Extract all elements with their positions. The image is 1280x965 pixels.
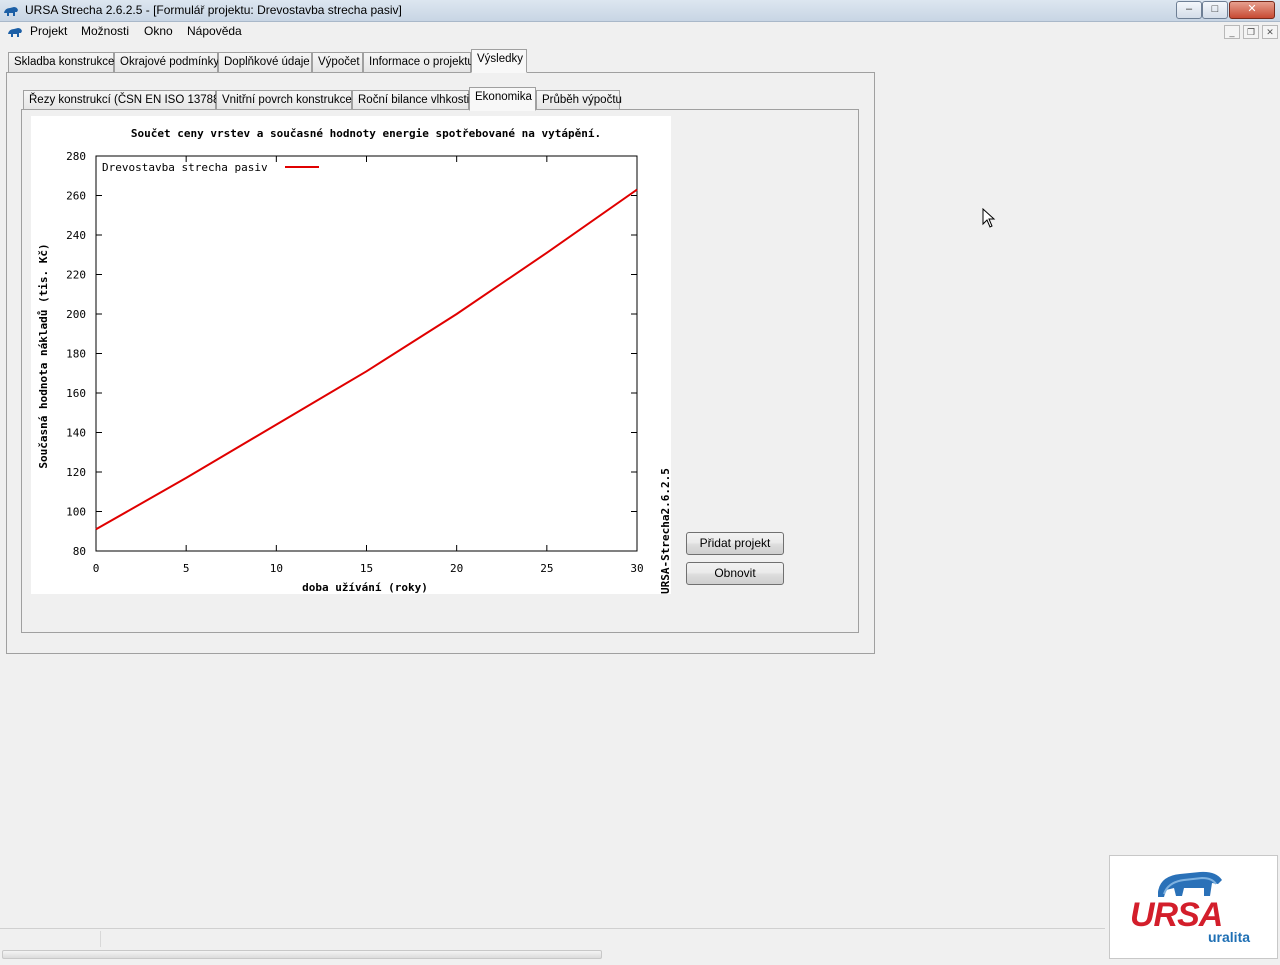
- y-tick-label: 120: [66, 466, 86, 479]
- tab-vnitrni-povrch[interactable]: Vnitřní povrch konstrukce: [216, 90, 352, 111]
- polar-bear-icon: [1158, 871, 1222, 897]
- status-segment: [0, 931, 101, 947]
- tab-vysledky[interactable]: Výsledky: [471, 49, 527, 73]
- ursa-bear-icon: [4, 7, 18, 16]
- y-tick-label: 160: [66, 387, 86, 400]
- y-tick-label: 80: [73, 545, 86, 558]
- x-tick-label: 25: [540, 562, 553, 575]
- y-tick-label: 200: [66, 308, 86, 321]
- legend: Drevostavba strecha pasiv: [102, 161, 319, 174]
- chart-title: Součet ceny vrstev a současné hodnoty en…: [131, 127, 601, 140]
- tab-prubeh-vypoctu[interactable]: Průběh výpočtu: [536, 90, 622, 111]
- y-tick-label: 180: [66, 348, 86, 361]
- mdi-close-button[interactable]: ✕: [1262, 25, 1278, 39]
- tab-okrajove-podminky[interactable]: Okrajové podmínky: [114, 52, 219, 73]
- tab-rocni-bilance-vlhkosti[interactable]: Roční bilance vlhkosti: [352, 90, 469, 111]
- horizontal-scrollbar[interactable]: [2, 950, 602, 959]
- tab-ekonomika[interactable]: Ekonomika: [469, 87, 536, 111]
- x-tick-label: 20: [450, 562, 463, 575]
- ursa-logo: URSA uralita: [1109, 855, 1278, 959]
- economics-chart: Součet ceny vrstev a současné hodnoty en…: [31, 116, 671, 594]
- x-axis-label: doba užívání (roky): [302, 581, 428, 594]
- window-title: URSA Strecha 2.6.2.5 - [Formulář projekt…: [25, 3, 402, 17]
- menu-projekt[interactable]: Projekt: [28, 24, 69, 38]
- y-tick-label: 220: [66, 269, 86, 282]
- logo-sub: uralita: [1208, 929, 1251, 945]
- y-tick-label: 260: [66, 190, 86, 203]
- y-tick-label: 280: [66, 150, 86, 163]
- version-label: URSA-Strecha2.6.2.5: [659, 468, 671, 594]
- tab-doplnkove-udaje[interactable]: Doplňkové údaje: [218, 52, 312, 73]
- menu-moznosti[interactable]: Možnosti: [79, 24, 131, 38]
- tab-rezy-konstrukci[interactable]: Řezy konstrukcí (ČSN EN ISO 13788): [23, 90, 223, 111]
- y-tick-label: 100: [66, 506, 86, 519]
- minimize-button[interactable]: –: [1176, 1, 1202, 19]
- x-tick-label: 30: [630, 562, 643, 575]
- tab-skladba-konstrukce[interactable]: Skladba konstrukce: [8, 52, 114, 73]
- tab-informace-o-projektu[interactable]: Informace o projektu: [363, 52, 474, 73]
- mdi-minimize-button[interactable]: _: [1224, 25, 1240, 39]
- x-tick-label: 5: [183, 562, 190, 575]
- series-line: [95, 188, 638, 531]
- title-bar: URSA Strecha 2.6.2.5 - [Formulář projekt…: [0, 0, 1280, 22]
- x-tick-label: 15: [360, 562, 373, 575]
- maximize-button[interactable]: □: [1202, 1, 1228, 19]
- menu-bar: Projekt Možnosti Okno Nápověda: [0, 22, 1280, 42]
- mouse-cursor-icon: [982, 208, 996, 228]
- menu-napoveda[interactable]: Nápověda: [185, 24, 244, 38]
- x-tick-label: 10: [270, 562, 283, 575]
- plot-frame: [95, 155, 638, 552]
- menu-okno[interactable]: Okno: [142, 24, 175, 38]
- y-axis-label: Současná hodnota nákladů (tis. Kč): [37, 243, 50, 468]
- add-project-button[interactable]: Přidat projekt: [686, 532, 784, 555]
- tab-vypocet[interactable]: Výpočet: [312, 52, 363, 73]
- refresh-button[interactable]: Obnovit: [686, 562, 784, 585]
- mdi-restore-button[interactable]: ❐: [1243, 25, 1259, 39]
- y-tick-label: 240: [66, 229, 86, 242]
- x-tick-label: 0: [93, 562, 100, 575]
- close-button[interactable]: ✕: [1229, 1, 1275, 19]
- legend-label: Drevostavba strecha pasiv: [102, 161, 268, 174]
- status-bar: [0, 928, 1105, 948]
- y-tick-label: 140: [66, 427, 86, 440]
- document-icon[interactable]: [7, 24, 23, 40]
- chart-svg: Součet ceny vrstev a současné hodnoty en…: [37, 127, 671, 594]
